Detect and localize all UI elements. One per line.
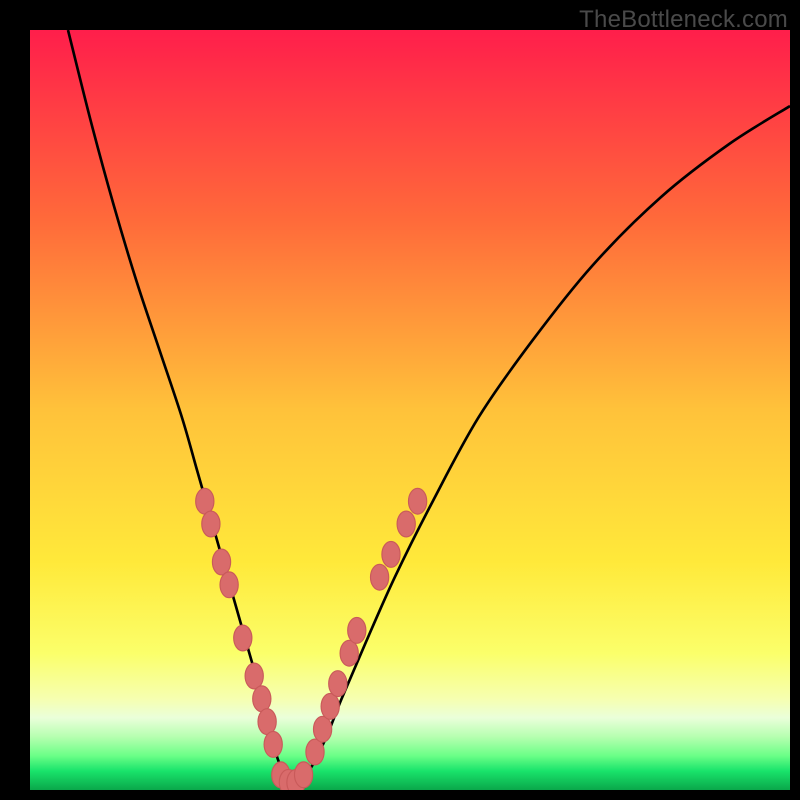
bottleneck-curve — [68, 30, 790, 784]
curve-marker — [234, 625, 252, 651]
curve-marker — [220, 572, 238, 598]
chart-frame: TheBottleneck.com — [0, 0, 800, 800]
curve-marker — [294, 762, 312, 788]
plot-area — [30, 30, 790, 790]
curve-marker — [202, 511, 220, 537]
curve-marker — [264, 731, 282, 757]
curve-marker — [408, 488, 426, 514]
curve-marker — [306, 739, 324, 765]
watermark-text: TheBottleneck.com — [579, 6, 788, 34]
curve-marker — [321, 693, 339, 719]
curve-marker — [258, 709, 276, 735]
curve-marker — [212, 549, 230, 575]
curve-marker — [340, 640, 358, 666]
curve-layer — [30, 30, 790, 790]
curve-marker — [348, 617, 366, 643]
curve-marker — [370, 564, 388, 590]
curve-marker — [245, 663, 263, 689]
curve-marker — [397, 511, 415, 537]
curve-marker — [313, 716, 331, 742]
curve-marker — [329, 671, 347, 697]
curve-marker — [253, 686, 271, 712]
curve-markers — [196, 488, 427, 790]
curve-marker — [382, 541, 400, 567]
curve-marker — [196, 488, 214, 514]
